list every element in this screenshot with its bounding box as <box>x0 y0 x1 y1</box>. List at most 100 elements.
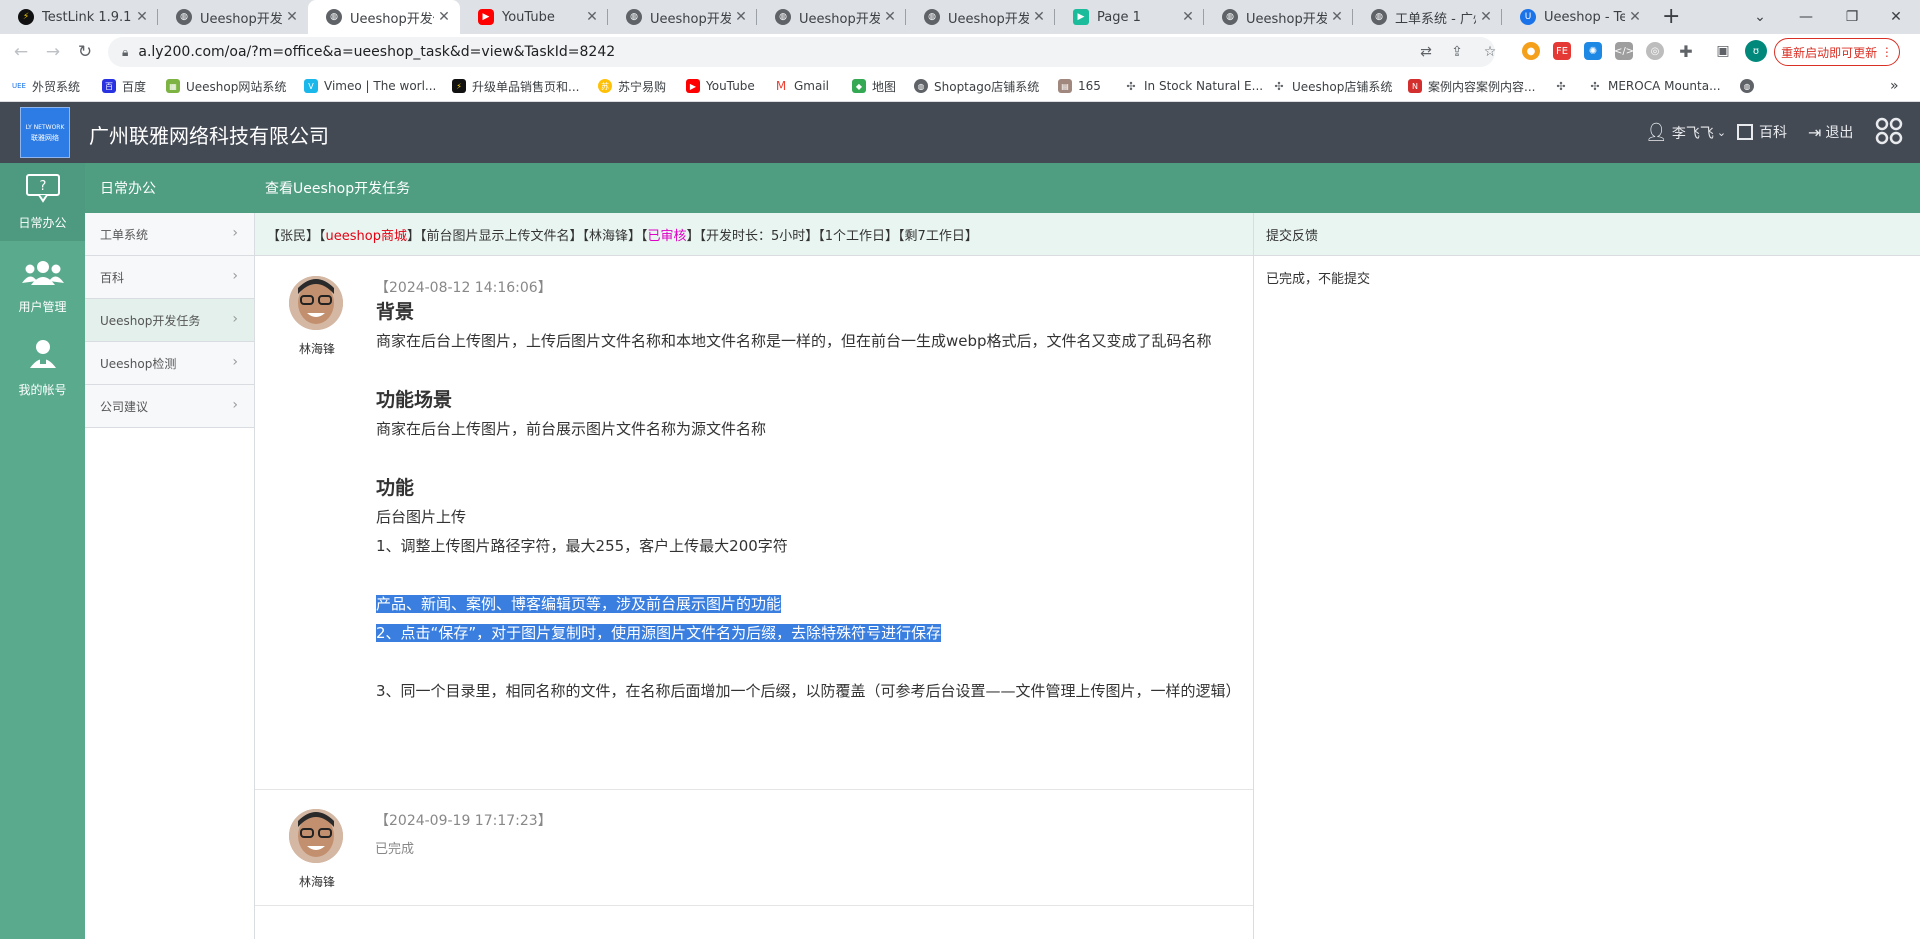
bookmark-item[interactable]: ▤ 165 <box>1058 76 1101 96</box>
close-icon[interactable]: ✕ <box>731 9 751 25</box>
forward-icon[interactable]: → <box>42 41 64 63</box>
close-icon[interactable]: ✕ <box>132 9 152 25</box>
close-icon[interactable]: ✕ <box>582 9 602 25</box>
bookmark-item[interactable]: ▶ YouTube <box>686 76 755 96</box>
menu-item-label: Ueeshop开发任务 <box>100 313 201 328</box>
share-icon[interactable]: ⇪ <box>1447 42 1467 62</box>
rail-item-my-account[interactable]: 我的帐号 <box>0 329 85 407</box>
post-content: 背景 商家在后台上传图片，上传后图片文件名称和本地文件名称是一样的，但在前台一生… <box>376 297 1256 706</box>
ueeshop-icon: U <box>1520 9 1536 25</box>
bookmark-item[interactable]: ⚡ 升级单品销售页和... <box>452 76 579 96</box>
close-icon[interactable]: ✕ <box>1029 9 1049 25</box>
close-icon[interactable]: ✕ <box>1625 9 1645 25</box>
post-time: 【2024-08-12 14:16:06】 <box>375 280 552 296</box>
sidepanel-icon[interactable]: ▣ <box>1714 42 1732 60</box>
rail-item-daily-office[interactable]: ? 日常办公 <box>0 163 85 241</box>
logout-link[interactable]: ⇥ 退出 <box>1808 122 1853 142</box>
new-tab-icon[interactable]: + <box>1662 4 1680 29</box>
logo-text: 联雅网络 <box>31 133 59 142</box>
extension-icon[interactable]: FE <box>1553 42 1571 60</box>
browser-tab[interactable]: ◍ Ueeshop开发任 ✕ <box>906 0 1055 34</box>
browser-tab-active[interactable]: ◍ Ueeshop开发任 ✕ <box>308 0 460 34</box>
tab-title: 工单系统 - 广州 <box>1395 11 1476 27</box>
testlink-icon: ⚡ <box>18 9 34 25</box>
menu-item-ueeshop-dev-tasks[interactable]: Ueeshop开发任务 › <box>85 299 254 342</box>
bookmark-item[interactable]: V Vimeo | The worl... <box>304 76 436 96</box>
task-store-link[interactable]: ueeshop商城 <box>326 225 407 244</box>
bookmark-item[interactable]: ◆ 地图 <box>852 76 896 96</box>
bookmarks-overflow-icon[interactable]: » <box>1890 76 1899 96</box>
extension-icon[interactable]: ✺ <box>1584 42 1602 60</box>
close-icon[interactable]: ✕ <box>1327 9 1347 25</box>
section-heading: 背景 <box>376 301 415 323</box>
bookmark-item[interactable]: 苏苏宁易购 <box>598 76 666 96</box>
bookmark-item[interactable]: ◍ Shoptago店铺系统 <box>914 76 1039 96</box>
app-header: LY NETWORK 联雅网络 广州联雅网络科技有限公司 👤︎ 李飞飞 ⌄ 百科… <box>0 102 1920 163</box>
bookmark-item[interactable]: UEE 外贸系统 <box>12 76 80 96</box>
company-logo[interactable]: LY NETWORK 联雅网络 <box>20 107 70 158</box>
translate-icon[interactable]: ⇄ <box>1416 42 1436 62</box>
bookmark-item[interactable]: ✣ MEROCA Mounta... <box>1588 76 1721 96</box>
extension-icon[interactable]: ● <box>1522 42 1540 60</box>
apps-grid-icon[interactable] <box>1875 116 1903 146</box>
logout-label: 退出 <box>1825 125 1854 141</box>
extension-icon[interactable]: ◎ <box>1646 42 1664 60</box>
browser-tab[interactable]: ▶ YouTube ✕ <box>460 0 608 34</box>
rail-label: 我的帐号 <box>18 383 67 397</box>
globe-icon: ◍ <box>1371 9 1387 25</box>
globe-icon: ◍ <box>914 79 928 93</box>
browser-tab[interactable]: ◍ 工单系统 - 广州 ✕ <box>1353 0 1502 34</box>
menu-item-ticket-system[interactable]: 工单系统 › <box>85 213 254 256</box>
browser-tab[interactable]: ⚡ TestLink 1.9.16 ✕ <box>0 0 158 34</box>
user-name: 李飞飞 <box>1671 125 1714 142</box>
back-icon[interactable]: ← <box>10 41 32 63</box>
bookmark-item[interactable]: ✣ Ueeshop店铺系统 <box>1272 76 1392 96</box>
browser-tab[interactable]: ◍ Ueeshop开发任 ✕ <box>757 0 906 34</box>
rail-item-user-management[interactable]: 用户管理 <box>0 248 85 326</box>
site-icon: ✣ <box>1272 79 1286 93</box>
bookmark-item[interactable]: ✣ In Stock Natural E... <box>1124 76 1263 96</box>
menu-item-baike[interactable]: 百科 › <box>85 256 254 299</box>
close-icon[interactable]: ✕ <box>880 9 900 25</box>
update-button[interactable]: 重新启动即可更新 ⋮ <box>1774 38 1900 66</box>
browser-tab[interactable]: ▶ Page 1 ✕ <box>1055 0 1204 34</box>
bookmark-label: 外贸系统 <box>32 79 81 94</box>
post-text: 已完成 <box>375 842 415 857</box>
browser-toolbar: ← → ↻ 🔒︎ a.ly200.com/oa/?m=office&a=uees… <box>0 34 1920 70</box>
rail-label: 日常办公 <box>18 216 67 230</box>
user-icon: 👤︎ <box>1645 122 1668 143</box>
bookmark-star-icon[interactable]: ☆ <box>1480 42 1500 62</box>
bookmark-item[interactable]: 百百度 <box>102 76 146 96</box>
close-icon[interactable]: ✕ <box>1476 9 1496 25</box>
browser-tab[interactable]: ◍ Ueeshop开发任 ✕ <box>158 0 308 34</box>
suning-icon: 苏 <box>598 79 612 93</box>
bookmark-item[interactable]: ▦ Ueeshop网站系统 <box>166 76 286 96</box>
bookmark-item[interactable]: N 案例内容案例内容... <box>1408 76 1535 96</box>
baike-link[interactable]: 百科 <box>1737 122 1787 142</box>
close-icon[interactable]: ✕ <box>1178 9 1198 25</box>
menu-item-ueeshop-check[interactable]: Ueeshop检测 › <box>85 342 254 385</box>
puzzle-icon[interactable]: ✚ <box>1677 42 1695 61</box>
menu-item-label: 公司建议 <box>100 399 149 414</box>
reload-icon[interactable]: ↻ <box>74 41 96 63</box>
browser-tab[interactable]: ◍ Ueeshop开发任 ✕ <box>608 0 757 34</box>
bookmark-item[interactable]: ✣ <box>1554 76 1574 96</box>
address-bar[interactable]: 🔒︎ a.ly200.com/oa/?m=office&a=ueeshop_ta… <box>108 37 1495 67</box>
close-icon[interactable]: ✕ <box>282 9 302 25</box>
window-close-icon[interactable]: ✕ <box>1866 0 1920 34</box>
browser-tab[interactable]: U Ueeshop - Tean ✕ <box>1502 0 1651 34</box>
bookmark-item[interactable]: M Gmail <box>774 76 829 96</box>
profile-avatar[interactable]: ʊ <box>1745 40 1767 62</box>
company-name: 广州联雅网络科技有限公司 <box>89 124 329 148</box>
chevron-right-icon: › <box>232 311 238 327</box>
bookmark-item[interactable]: ◍ <box>1740 76 1760 96</box>
menu-item-company-suggestions[interactable]: 公司建议 › <box>85 385 254 428</box>
user-menu[interactable]: 👤︎ 李飞飞 ⌄ <box>1645 122 1726 143</box>
tab-title: Ueeshop开发任 <box>350 11 434 27</box>
globe-icon: ◍ <box>626 9 642 25</box>
close-icon[interactable]: ✕ <box>434 9 454 25</box>
extension-icon[interactable]: </> <box>1614 42 1634 60</box>
youtube-icon: ▶ <box>686 79 700 93</box>
users-icon <box>21 259 65 294</box>
browser-tab[interactable]: ◍ Ueeshop开发任 ✕ <box>1204 0 1353 34</box>
